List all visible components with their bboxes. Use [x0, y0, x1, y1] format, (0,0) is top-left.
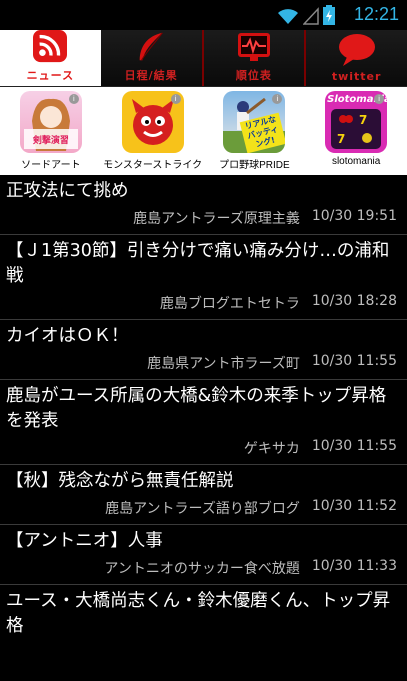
- ad-slotomania-label: slotomania: [331, 156, 381, 167]
- tab-schedule-label: 日程/結果: [124, 69, 178, 82]
- article-list: 正攻法にて挑め 鹿島アントラーズ原理主義 10/30 19:51 【Ｊ1第30節…: [0, 175, 407, 645]
- article-meta: 鹿島アントラーズ語り部ブログ 10/30 11:52: [6, 498, 397, 518]
- status-icons: [277, 5, 335, 25]
- status-bar: 12:21: [0, 0, 407, 30]
- ad-pro-baseball-thumbnail: リアルなバッティング! i: [223, 91, 286, 153]
- rss-icon: [33, 30, 68, 63]
- article-source: ゲキサカ: [243, 441, 300, 457]
- tab-standings[interactable]: 順位表: [203, 30, 307, 86]
- ad-monster-strike-thumbnail: i: [121, 91, 184, 153]
- article-date: 10/30 11:55: [311, 353, 397, 369]
- article-title: 正攻法にて挑め: [6, 181, 129, 201]
- article-source: 鹿島アントラーズ語り部ブログ: [105, 501, 300, 517]
- article-meta: 鹿島ブログエトセトラ 10/30 18:28: [6, 293, 397, 313]
- article-meta: 鹿島アントラーズ原理主義 10/30 19:51: [6, 208, 397, 228]
- article-title: 鹿島がユース所属の大橋&鈴木の来季トップ昇格を発表: [6, 386, 387, 431]
- ad-sword-art-thumbnail: 剣撃演習 i: [19, 91, 82, 153]
- article-title: 【Ｊ1第30節】引き分けで痛い痛み分け…の浦和戦: [6, 241, 390, 286]
- ad-sword-art[interactable]: 剣撃演習 i ソードアート: [6, 91, 96, 171]
- ad-strip: 剣撃演習 i ソードアート i モンスターストライク リアルなバッティング! i…: [0, 87, 407, 175]
- article-source: 鹿島アントラーズ原理主義: [133, 211, 300, 227]
- article-date: 10/30 18:28: [311, 293, 397, 309]
- list-item[interactable]: 正攻法にて挑め 鹿島アントラーズ原理主義 10/30 19:51: [0, 175, 407, 235]
- ad-slotomania-thumbnail: Slotomania 7 7 i: [325, 91, 388, 153]
- list-item[interactable]: カイオはＯＫ！ 鹿島県アント市ラーズ町 10/30 11:55: [0, 320, 407, 380]
- ad-sword-art-badge: 剣撃演習: [32, 136, 69, 146]
- ad-monster-strike[interactable]: i モンスターストライク: [103, 91, 202, 171]
- list-item[interactable]: 【Ｊ1第30節】引き分けで痛い痛み分け…の浦和戦 鹿島ブログエトセトラ 10/3…: [0, 235, 407, 320]
- signal-icon: [303, 7, 319, 25]
- article-meta: 鹿島県アント市ラーズ町 10/30 11:55: [6, 353, 397, 373]
- tab-bar: ニュース 日程/結果 順位表 twitter: [0, 30, 407, 87]
- tab-news[interactable]: ニュース: [0, 30, 101, 86]
- list-item[interactable]: ユース・大橋尚志くん・鈴木優磨くん、トップ昇格: [0, 585, 407, 645]
- ad-pro-baseball[interactable]: リアルなバッティング! i プロ野球PRIDE: [209, 91, 299, 171]
- tab-schedule[interactable]: 日程/結果: [100, 30, 204, 86]
- feather-icon: [139, 32, 163, 61]
- svg-text:7: 7: [359, 113, 367, 127]
- article-date: 10/30 11:55: [311, 438, 397, 454]
- list-item[interactable]: 鹿島がユース所属の大橋&鈴木の来季トップ昇格を発表 ゲキサカ 10/30 11:…: [0, 380, 407, 465]
- info-icon[interactable]: i: [170, 94, 181, 104]
- article-source: アントニオのサッカー食べ放題: [104, 561, 300, 577]
- article-title: 【アントニオ】人事: [6, 531, 163, 551]
- speech-bubble-icon: [338, 34, 375, 66]
- tab-standings-label: 順位表: [235, 69, 272, 82]
- article-date: 10/30 19:51: [311, 208, 397, 224]
- ad-slotomania[interactable]: Slotomania 7 7 i slotomania: [311, 91, 401, 167]
- ad-monster-strike-label: モンスターストライク: [103, 160, 203, 171]
- wifi-icon: [278, 9, 298, 24]
- article-title: カイオはＯＫ！: [6, 326, 129, 346]
- info-icon[interactable]: i: [68, 94, 79, 104]
- battery-icon: [323, 5, 335, 25]
- ad-sword-art-label: ソードアート: [21, 160, 81, 171]
- ad-pro-baseball-label: プロ野球PRIDE: [219, 160, 290, 171]
- list-item[interactable]: 【アントニオ】人事 アントニオのサッカー食べ放題 10/30 11:33: [0, 525, 407, 585]
- article-title: ユース・大橋尚志くん・鈴木優磨くん、トップ昇格: [6, 591, 391, 636]
- status-clock: 12:21: [353, 4, 399, 24]
- article-source: 鹿島ブログエトセトラ: [159, 296, 300, 312]
- article-source: 鹿島県アント市ラーズ町: [147, 356, 300, 372]
- tab-twitter[interactable]: twitter: [306, 30, 407, 86]
- article-meta: アントニオのサッカー食べ放題 10/30 11:33: [6, 558, 397, 578]
- article-meta: ゲキサカ 10/30 11:55: [6, 438, 397, 458]
- list-item[interactable]: 【秋】残念ながら無責任解説 鹿島アントラーズ語り部ブログ 10/30 11:52: [0, 465, 407, 525]
- tab-news-label: ニュース: [26, 69, 75, 82]
- svg-text:7: 7: [337, 132, 345, 146]
- article-date: 10/30 11:33: [311, 558, 397, 574]
- article-title: 【秋】残念ながら無責任解説: [6, 471, 234, 491]
- tab-twitter-label: twitter: [331, 70, 382, 83]
- article-date: 10/30 11:52: [311, 498, 397, 514]
- chart-icon: [237, 33, 270, 61]
